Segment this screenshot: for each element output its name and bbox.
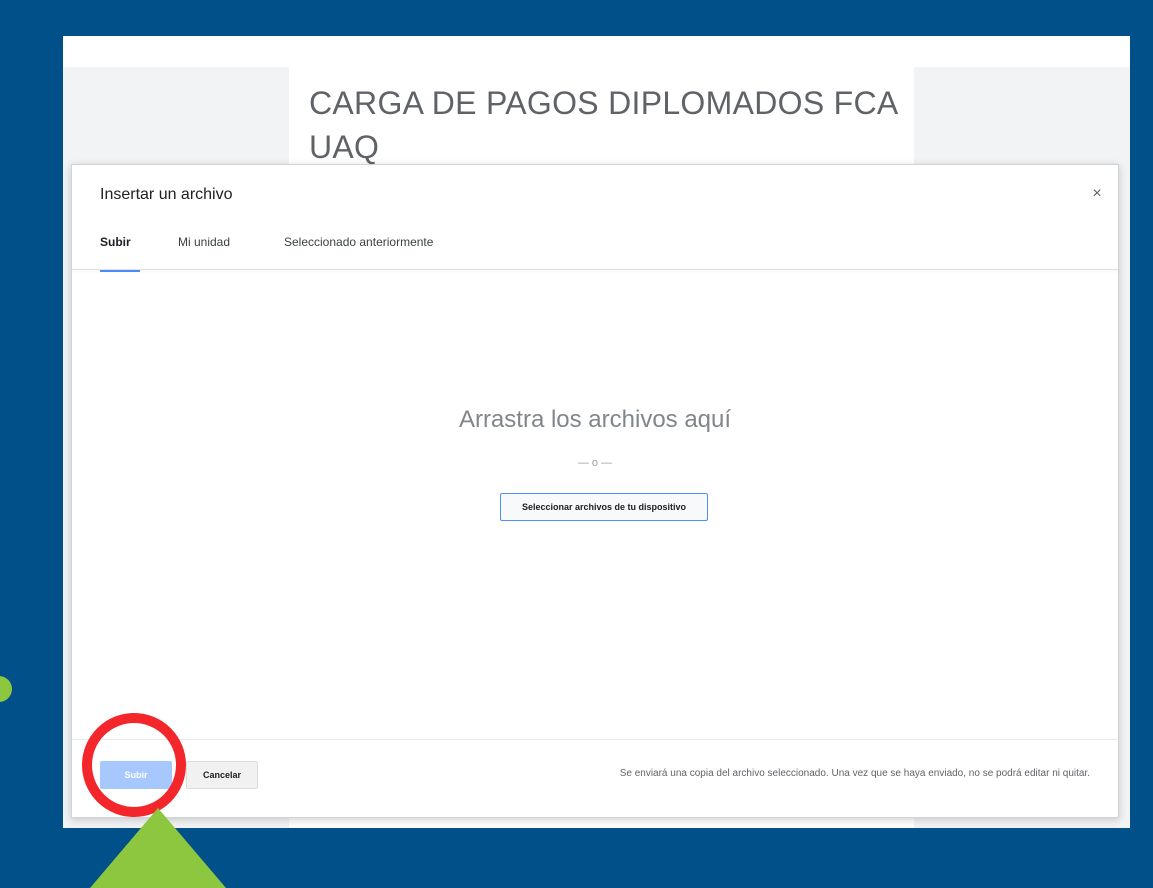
dialog-title: Insertar un archivo [100,186,233,203]
footer-note: Se enviará una copia del archivo selecci… [619,768,1090,779]
insert-file-dialog: Insertar un archivo × Subir Mi unidad Se… [71,164,1119,818]
footer-divider [72,739,1118,740]
cancel-button[interactable]: Cancelar [186,761,258,789]
close-icon[interactable]: × [1086,183,1108,205]
or-separator: — o — [577,457,613,469]
green-arrow-pointer [90,808,226,888]
select-files-button[interactable]: Seleccionar archivos de tu dispositivo [500,493,708,521]
tabs-divider [72,269,1118,270]
tab-subir[interactable]: Subir [100,235,131,249]
highlight-circle [82,713,186,817]
form-title: CARGA DE PAGOS DIPLOMADOS FCA UAQ [309,85,897,165]
drop-zone-text: Arrastra los archivos aquí [458,406,732,433]
screenshot-frame: CARGA DE PAGOS DIPLOMADOS FCA UAQ Insert… [63,36,1130,828]
file-drop-zone[interactable]: Arrastra los archivos aquí — o — Selecci… [72,271,1118,739]
tab-mi-unidad[interactable]: Mi unidad [178,235,230,249]
tab-seleccionado-anteriormente[interactable]: Seleccionado anteriormente [284,235,433,249]
green-arrow-stub [0,676,12,702]
